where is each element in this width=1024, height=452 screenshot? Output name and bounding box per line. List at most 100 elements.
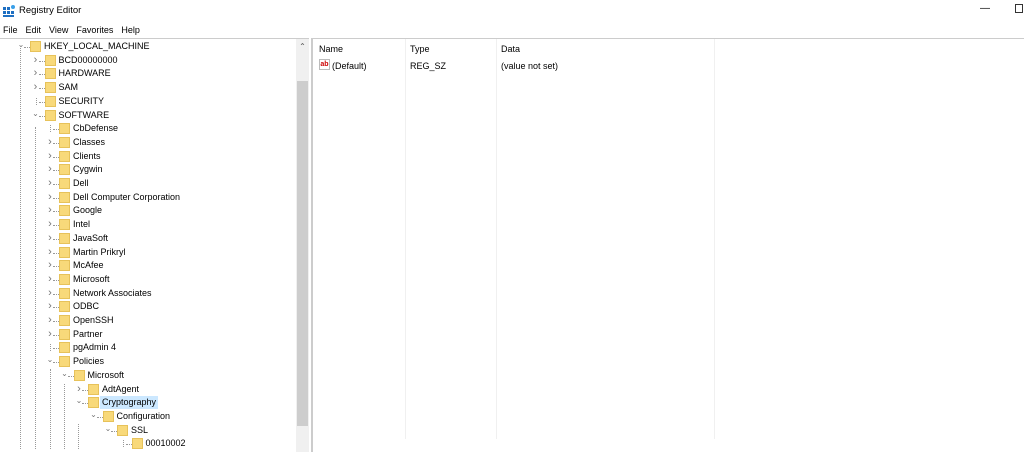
window-title: Registry Editor [19, 5, 82, 16]
folder-icon [44, 68, 56, 80]
tree-item-label: Clients [73, 150, 101, 161]
scrollbar-thumb[interactable] [297, 81, 308, 426]
tree-item-label: Microsoft [87, 369, 125, 380]
tree-item[interactable]: ⌄ Configuration [0, 410, 296, 423]
tree-item[interactable]: CbDefense [0, 122, 296, 135]
menu-edit[interactable]: Edit [23, 23, 45, 37]
folder-icon [44, 95, 56, 107]
values-list[interactable]: Name Type Data ab (Default) REG_SZ (valu… [311, 38, 1024, 452]
tree-item[interactable]: ⌄ SOFTWARE [0, 109, 296, 122]
maximize-button[interactable] [1015, 4, 1023, 13]
folder-icon [59, 191, 70, 203]
tree-item-label: pgAdmin 4 [73, 342, 117, 353]
folder-icon [59, 123, 70, 135]
minimize-button[interactable]: — [980, 3, 990, 14]
folder-icon [59, 150, 70, 162]
tree-item-label: SECURITY [58, 95, 105, 106]
tree-item[interactable]: › Google [0, 204, 296, 217]
tree-item[interactable]: 00010002 [0, 437, 296, 450]
tree-item[interactable]: › Clients [0, 150, 296, 163]
tree-item[interactable]: › Partner [0, 328, 296, 341]
tree-item[interactable]: › Intel [0, 218, 296, 231]
folder-icon [73, 369, 85, 381]
folder-icon [59, 164, 70, 176]
tree-item[interactable]: ⌄ SSL [0, 424, 296, 437]
tree-item[interactable]: › HARDWARE [0, 67, 296, 80]
tree-item-label: Intel [73, 219, 91, 230]
folder-icon [59, 178, 70, 189]
tree-item[interactable]: pgAdmin 4 [0, 341, 296, 354]
tree-item[interactable]: › SAM [0, 81, 296, 94]
registry-editor-icon [3, 5, 15, 17]
folder-icon [131, 438, 143, 450]
tree-item[interactable]: › McAfee [0, 259, 296, 272]
folder-icon [59, 301, 70, 313]
column-header-data[interactable]: Data [501, 42, 520, 56]
tree-item-label: SSL [131, 424, 149, 435]
folder-icon [30, 41, 41, 52]
tree-item[interactable]: ⌄ Cryptography [0, 396, 296, 410]
tree-item-label: Network Associates [73, 287, 152, 298]
tree-item[interactable]: › Microsoft [0, 273, 296, 286]
tree-item[interactable]: ⌄ HKEY_LOCAL_MACHINE [0, 40, 296, 53]
tree-item-label: OpenSSH [73, 315, 114, 325]
scroll-up-arrow-icon[interactable]: ⌃ [296, 39, 309, 52]
menu-view[interactable]: View [46, 23, 71, 37]
column-header-type[interactable]: Type [410, 42, 430, 56]
folder-icon [59, 136, 70, 148]
folder-icon [88, 397, 99, 409]
tree-item-label: SAM [58, 82, 79, 93]
column-header-name[interactable]: Name [319, 42, 343, 56]
tree-item[interactable]: › BCD00000000 [0, 54, 296, 67]
folder-icon [102, 410, 114, 422]
tree-item-label: SOFTWARE [58, 109, 110, 120]
tree-item[interactable]: › ODBC [0, 300, 296, 313]
tree-item-label: Configuration [116, 410, 171, 421]
tree-connector [50, 344, 51, 352]
tree-item[interactable]: › Cygwin [0, 163, 296, 176]
column-divider[interactable] [496, 39, 497, 439]
folder-icon [59, 273, 70, 285]
folder-icon [59, 328, 70, 340]
menu-favorites[interactable]: Favorites [73, 23, 116, 37]
tree-item[interactable]: › JavaSoft [0, 232, 296, 245]
tree-item[interactable]: › OpenSSH [0, 314, 296, 327]
registry-key-tree[interactable]: ⌄ HKEY_LOCAL_MACHINE › BCD00000000 › HARDWARE… [0, 38, 296, 452]
folder-icon [59, 356, 70, 368]
value-name: (Default) [332, 61, 367, 71]
tree-item-label: CbDefense [73, 123, 119, 134]
tree-item[interactable]: › Network Associates [0, 287, 296, 300]
tree-item-label: Cryptography [100, 396, 159, 410]
tree-item[interactable]: SECURITY [0, 95, 296, 108]
tree-item-label: 00010002 [145, 438, 186, 449]
value-type: REG_SZ [410, 61, 447, 71]
tree-item-label: BCD00000000 [58, 54, 118, 65]
tree-item[interactable]: › Classes [0, 136, 296, 149]
tree-connector [35, 97, 37, 105]
tree-item-label: HKEY_LOCAL_MACHINE [44, 41, 150, 51]
tree-item-label: Google [73, 205, 103, 216]
tree-item[interactable]: › Dell Computer Corporation [0, 191, 296, 204]
tree-item-label: Microsoft [73, 273, 110, 284]
tree-item[interactable]: › Martin Prikryl [0, 246, 296, 259]
tree-item[interactable]: ⌄ Microsoft [0, 369, 296, 382]
folder-icon [44, 109, 56, 121]
tree-item-label: Martin Prikryl [73, 246, 126, 257]
tree-item-label: Partner [73, 328, 103, 339]
tree-connector [122, 440, 124, 448]
tree-vertical-scrollbar[interactable]: ⌃ [296, 38, 309, 452]
tree-connector [50, 125, 51, 133]
tree-item[interactable]: › Dell [0, 177, 296, 190]
menu-file[interactable]: File [0, 23, 21, 37]
tree-item-label: JavaSoft [73, 232, 109, 243]
menu-help[interactable]: Help [118, 23, 143, 37]
folder-icon [59, 219, 70, 231]
column-divider[interactable] [714, 39, 715, 439]
tree-item-label: McAfee [73, 260, 104, 271]
folder-icon [59, 287, 70, 299]
folder-icon [88, 383, 99, 395]
column-divider[interactable] [405, 39, 406, 439]
tree-guide-line [78, 424, 79, 449]
tree-item[interactable]: ⌄ Policies [0, 355, 296, 368]
tree-item[interactable]: › AdtAgent [0, 383, 296, 396]
